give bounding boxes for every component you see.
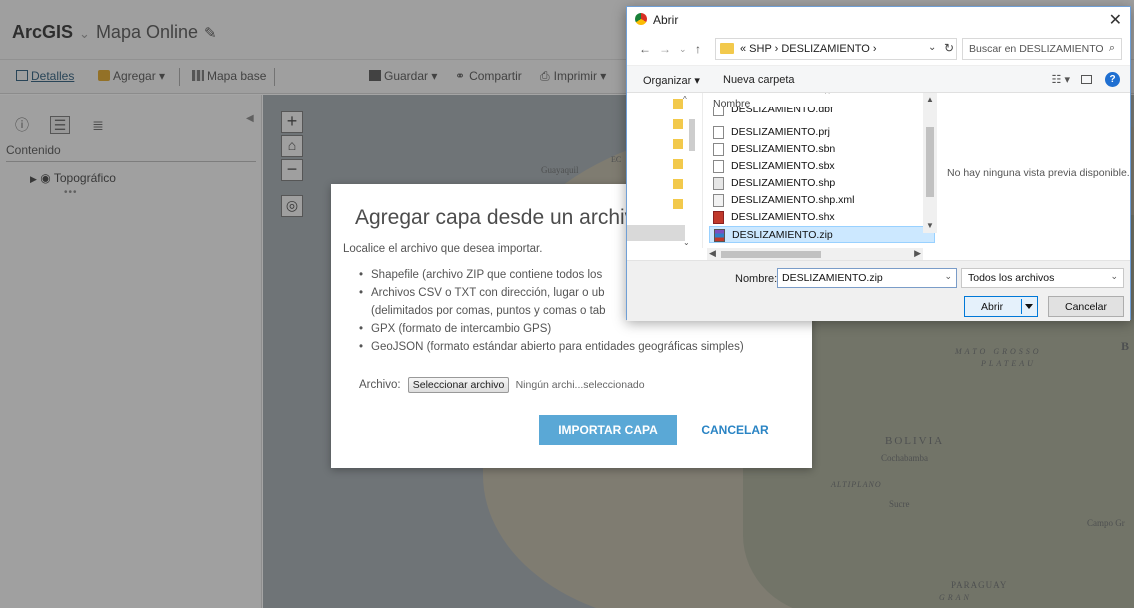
file-name: DESLIZAMIENTO.shx [731, 211, 835, 223]
file-name: DESLIZAMIENTO.sbx [731, 160, 835, 172]
open-button-label: Abrir [981, 301, 1004, 313]
horizontal-scrollbar[interactable]: ◀ ▶ [707, 248, 923, 260]
list-item: GeoJSON (formato estándar abierto para e… [357, 338, 807, 356]
navigation-pane[interactable]: ^ ⌄ [627, 93, 703, 248]
choose-file-button[interactable]: Seleccionar archivo [407, 377, 510, 393]
dialog-intro: Localice el archivo que desea importar. [343, 243, 543, 255]
file-name-field[interactable]: DESLIZAMIENTO.zip ⌄ [777, 268, 957, 288]
view-options-icon[interactable]: ☷ ▾ [1052, 73, 1070, 86]
forward-arrow-icon[interactable]: → [659, 42, 671, 56]
chrome-icon [635, 13, 647, 25]
scroll-up-icon[interactable]: ^ [683, 95, 687, 104]
folder-icon[interactable] [673, 179, 683, 189]
command-bar: Organizar ▾ Nueva carpeta ☷ ▾ ? [627, 65, 1130, 93]
cancel-button-label: Cancelar [1064, 301, 1108, 313]
folder-icon[interactable] [673, 99, 683, 109]
file-icon [713, 126, 724, 139]
file-icon [713, 160, 724, 173]
preview-message: No hay ninguna vista previa disponible. [947, 167, 1130, 179]
scroll-left-icon[interactable]: ◀ [709, 248, 716, 259]
import-layer-button[interactable]: IMPORTAR CAPA [539, 415, 677, 445]
dialog-title: Agregar capa desde un archivo [355, 206, 647, 229]
file-list-item[interactable]: DESLIZAMIENTO.zip [709, 226, 935, 243]
file-type-select[interactable]: Todos los archivos ⌄ [961, 268, 1124, 288]
organize-menu[interactable]: Organizar ▾ [643, 74, 700, 87]
scroll-right-icon[interactable]: ▶ [914, 248, 921, 259]
search-input[interactable]: Buscar en DESLIZAMIENTO ⌕ [962, 38, 1122, 60]
scrollbar-thumb[interactable] [926, 127, 934, 197]
chevron-down-icon[interactable]: ⌄ [1110, 271, 1118, 282]
open-button[interactable]: Abrir [964, 296, 1038, 317]
dialog-title: Abrir [653, 13, 679, 27]
open-file-dialog: Abrir ✕ ← → ⌄ ↑ « SHP › DESLIZAMIENTO › … [626, 6, 1131, 321]
cancel-button[interactable]: Cancelar [1048, 296, 1124, 317]
folder-icon[interactable] [673, 159, 683, 169]
title-bar: Abrir ✕ [627, 7, 1130, 33]
file-icon [713, 143, 724, 156]
scrollbar-thumb[interactable] [689, 119, 695, 151]
folder-icon[interactable] [673, 139, 683, 149]
back-arrow-icon[interactable]: ← [639, 42, 651, 56]
folder-icon [720, 43, 734, 54]
scroll-down-icon[interactable]: ⌄ [683, 238, 690, 247]
file-list-item[interactable]: DESLIZAMIENTO.sbn [709, 141, 935, 158]
shp-file-icon [713, 177, 724, 190]
file-type-value: Todos los archivos [968, 272, 1055, 284]
file-list-item[interactable]: DESLIZAMIENTO.shp.xml [709, 192, 935, 209]
file-name-value: DESLIZAMIENTO.zip [782, 272, 883, 284]
vertical-scrollbar[interactable]: ▲ ▼ [923, 93, 937, 233]
file-list-item[interactable]: DESLIZAMIENTO.prj [709, 124, 935, 141]
new-folder-button[interactable]: Nueva carpeta [723, 74, 795, 86]
sort-ascending-icon: ^ [825, 93, 830, 100]
open-options-dropdown[interactable] [1021, 299, 1035, 314]
tree-selection[interactable] [627, 225, 685, 241]
file-name: DESLIZAMIENTO.shp.xml [731, 194, 855, 206]
list-item: GPX (formato de intercambio GPS) [357, 320, 807, 338]
up-arrow-icon[interactable]: ↑ [695, 42, 701, 56]
breadcrumb[interactable]: « SHP › DESLIZAMIENTO › [740, 43, 877, 55]
help-icon[interactable]: ? [1105, 72, 1120, 87]
scroll-down-icon[interactable]: ▼ [926, 221, 934, 230]
chevron-down-icon[interactable]: ⌄ [944, 271, 952, 282]
scrollbar-thumb[interactable] [721, 251, 821, 258]
scroll-up-icon[interactable]: ▲ [926, 95, 934, 104]
file-row: Archivo: Seleccionar archivo Ningún arch… [359, 377, 645, 393]
search-icon[interactable]: ⌕ [1109, 42, 1115, 55]
refresh-icon[interactable]: ↻ [944, 41, 954, 55]
close-icon[interactable]: ✕ [1109, 10, 1122, 30]
no-file-text: Ningún archi...seleccionado [515, 379, 645, 391]
search-placeholder: Buscar en DESLIZAMIENTO [969, 43, 1104, 55]
preview-pane-icon[interactable] [1081, 75, 1092, 84]
file-name-label: Nombre: [735, 273, 778, 285]
recent-locations-icon[interactable]: ⌄ [679, 44, 687, 55]
navigation-bar: ← → ⌄ ↑ « SHP › DESLIZAMIENTO › ⌄ ↻ Busc… [627, 33, 1130, 65]
folder-icon[interactable] [673, 199, 683, 209]
file-list[interactable]: ^ Nombre DESLIZAMIENTO.dbf DESLIZAMIENTO.… [707, 93, 937, 248]
file-label: Archivo: [359, 379, 401, 391]
folder-icon[interactable] [673, 119, 683, 129]
file-name: DESLIZAMIENTO.prj [731, 126, 830, 138]
xml-file-icon [713, 194, 724, 207]
address-bar[interactable]: « SHP › DESLIZAMIENTO › ⌄ ↻ [715, 38, 957, 60]
file-list-item[interactable]: DESLIZAMIENTO.sbx [709, 158, 935, 175]
file-name: DESLIZAMIENTO.zip [732, 229, 833, 241]
cancel-button[interactable]: CANCELAR [699, 415, 771, 445]
file-list-item[interactable]: DESLIZAMIENTO.shx [709, 209, 935, 226]
shx-file-icon [713, 211, 724, 224]
chevron-down-icon[interactable]: ⌄ [928, 42, 936, 53]
file-name: DESLIZAMIENTO.shp [731, 177, 836, 189]
dialog-footer: Nombre: DESLIZAMIENTO.zip ⌄ Todos los ar… [627, 260, 1130, 321]
preview-pane: No hay ninguna vista previa disponible. [939, 93, 1131, 260]
zip-archive-icon [714, 229, 725, 242]
file-name: DESLIZAMIENTO.sbn [731, 143, 836, 155]
file-list-item[interactable]: DESLIZAMIENTO.shp [709, 175, 935, 192]
